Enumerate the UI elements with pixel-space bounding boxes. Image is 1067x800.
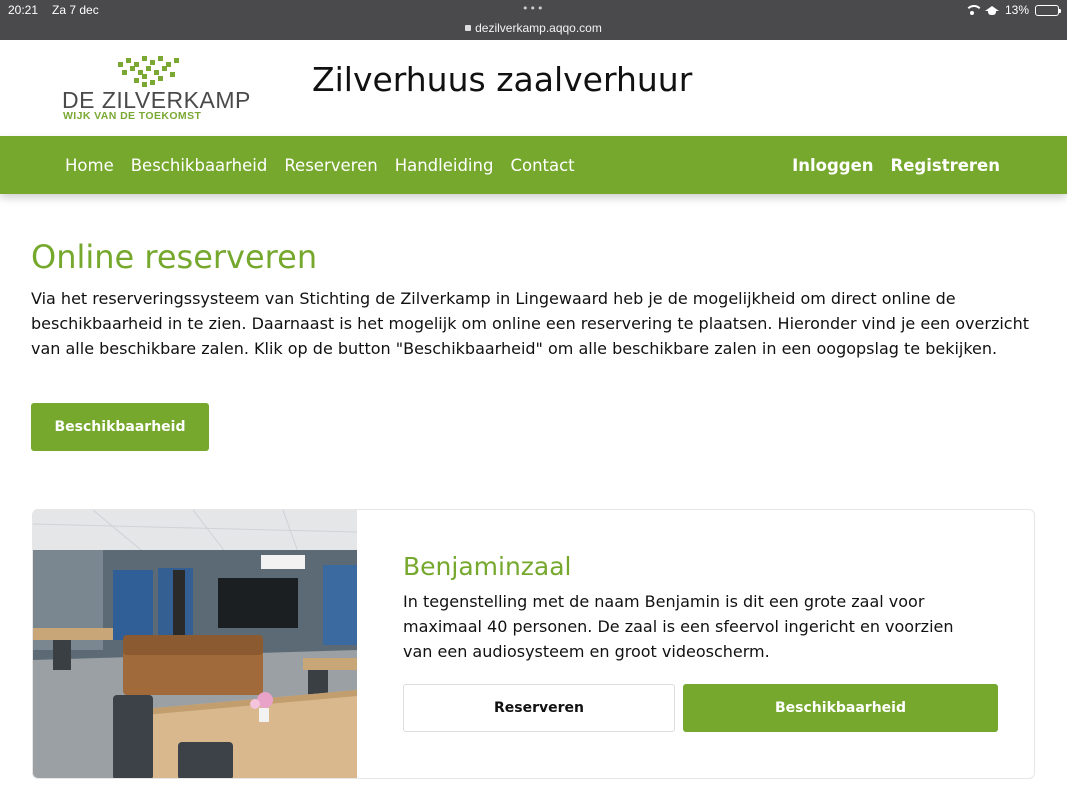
wifi-icon xyxy=(964,5,983,15)
room-actions: Reserveren Beschikbaarheid xyxy=(403,684,998,732)
nav-reserveren[interactable]: Reserveren xyxy=(284,156,377,175)
graduation-cap-icon xyxy=(984,5,999,15)
site-title: Zilverhuus zaalverhuur xyxy=(312,60,693,99)
availability-button[interactable]: Beschikbaarheid xyxy=(31,403,209,451)
status-bar: 20:21 Za 7 dec ••• dezilverkamp.aqqo.com… xyxy=(0,0,1067,40)
nav-contact[interactable]: Contact xyxy=(510,156,574,175)
address-url: dezilverkamp.aqqo.com xyxy=(475,21,602,35)
lock-icon xyxy=(465,25,472,31)
address-bar[interactable]: dezilverkamp.aqqo.com xyxy=(0,21,1067,35)
reserve-button[interactable]: Reserveren xyxy=(403,684,675,732)
site-header: DE ZILVERKAMP WIJK VAN DE TOEKOMST Zilve… xyxy=(0,40,1067,136)
logo-pixel-icon xyxy=(112,54,182,87)
room-card-body: Benjaminzaal In tegenstelling met de naa… xyxy=(403,552,1003,664)
room-card: Benjaminzaal In tegenstelling met de naa… xyxy=(32,509,1035,779)
nav-home[interactable]: Home xyxy=(65,156,114,175)
nav-beschikbaarheid[interactable]: Beschikbaarheid xyxy=(131,156,268,175)
intro-text: Via het reserveringssysteem van Stichtin… xyxy=(31,289,1029,358)
nav-left: Home Beschikbaarheid Reserveren Handleid… xyxy=(65,136,575,194)
nav-right: Inloggen Registreren xyxy=(792,136,1000,194)
nav-login[interactable]: Inloggen xyxy=(792,156,873,175)
nav-handleiding[interactable]: Handleiding xyxy=(395,156,494,175)
multitask-dots-icon[interactable]: ••• xyxy=(522,2,544,15)
status-indicators: 13% xyxy=(964,3,1061,17)
nav-register[interactable]: Registreren xyxy=(891,156,1000,175)
room-title: Benjaminzaal xyxy=(403,552,572,581)
status-time: 20:21 xyxy=(8,3,39,17)
battery-icon xyxy=(1035,4,1061,16)
logo-subtitle: WIJK VAN DE TOEKOMST xyxy=(63,110,202,122)
site-logo[interactable]: DE ZILVERKAMP WIJK VAN DE TOEKOMST xyxy=(62,54,252,124)
room-photo xyxy=(33,510,357,778)
room-description: In tegenstelling met de naam Benjamin is… xyxy=(403,592,954,661)
main-nav: Home Beschikbaarheid Reserveren Handleid… xyxy=(0,136,1067,194)
room-availability-button[interactable]: Beschikbaarheid xyxy=(683,684,998,732)
battery-percent: 13% xyxy=(1004,3,1029,17)
page-title: Online reserveren xyxy=(31,238,318,276)
status-date: Za 7 dec xyxy=(52,3,99,17)
